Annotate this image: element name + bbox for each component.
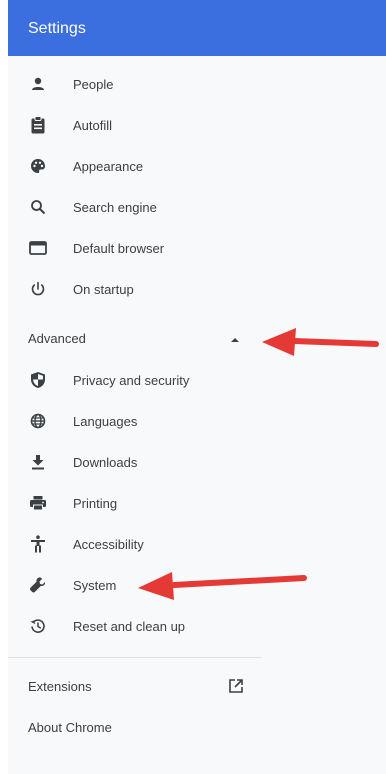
caret-up-icon <box>230 331 240 346</box>
sidebar-item-label: Autofill <box>73 117 113 133</box>
sidebar-item-label: Accessibility <box>73 536 144 552</box>
sidebar-item-search-engine[interactable]: Search engine <box>8 187 268 227</box>
palette-icon <box>28 156 48 176</box>
sidebar-item-label: System <box>73 577 117 593</box>
accessibility-icon <box>28 534 48 554</box>
sidebar-item-appearance[interactable]: Appearance <box>8 146 268 186</box>
shield-icon <box>28 370 48 390</box>
globe-icon <box>28 411 48 431</box>
sidebar-item-about-chrome[interactable]: About Chrome <box>8 707 248 747</box>
advanced-section-label: Advanced <box>28 330 86 346</box>
sidebar-item-label: Appearance <box>73 158 144 174</box>
browser-window-icon <box>28 238 48 258</box>
page-title: Settings <box>28 20 86 37</box>
sidebar-divider <box>8 657 262 658</box>
sidebar-item-autofill[interactable]: Autofill <box>8 105 268 145</box>
person-icon <box>28 74 48 94</box>
search-icon <box>28 197 48 217</box>
annotation-arrow-system <box>138 572 307 600</box>
wrench-icon <box>28 575 48 595</box>
download-icon <box>28 452 48 472</box>
sidebar-item-label: On startup <box>73 281 134 297</box>
settings-header: Settings <box>8 0 386 56</box>
sidebar-item-languages[interactable]: Languages <box>8 401 268 441</box>
sidebar-item-label: Languages <box>73 413 138 429</box>
sidebar-item-on-startup[interactable]: On startup <box>8 269 268 309</box>
sidebar-item-privacy-and-security[interactable]: Privacy and security <box>8 360 268 400</box>
sidebar-item-default-browser[interactable]: Default browser <box>8 228 268 268</box>
annotation-arrow-advanced <box>262 328 379 356</box>
sidebar-item-accessibility[interactable]: Accessibility <box>8 524 268 564</box>
sidebar-item-extensions[interactable]: Extensions <box>8 666 248 706</box>
sidebar-item-downloads[interactable]: Downloads <box>8 442 268 482</box>
sidebar-item-label: Downloads <box>73 454 138 470</box>
sidebar-item-people[interactable]: People <box>8 64 268 104</box>
sidebar-item-printing[interactable]: Printing <box>8 483 268 523</box>
sidebar-item-label: Reset and clean up <box>73 618 186 634</box>
advanced-section-toggle[interactable]: Advanced <box>8 318 248 358</box>
sidebar-item-label: Search engine <box>73 199 157 215</box>
restore-icon <box>28 616 48 636</box>
power-icon <box>28 279 48 299</box>
clipboard-icon <box>28 115 48 135</box>
sidebar-item-label: About Chrome <box>28 719 112 735</box>
printer-icon <box>28 493 48 513</box>
sidebar-item-label: Extensions <box>28 678 92 694</box>
sidebar-item-reset-and-clean-up[interactable]: Reset and clean up <box>8 606 268 646</box>
sidebar-item-label: Printing <box>73 495 118 511</box>
sidebar-item-label: Default browser <box>73 240 165 256</box>
open-in-new-icon <box>228 678 244 694</box>
sidebar-item-label: Privacy and security <box>73 372 190 388</box>
sidebar-item-label: People <box>73 76 114 92</box>
